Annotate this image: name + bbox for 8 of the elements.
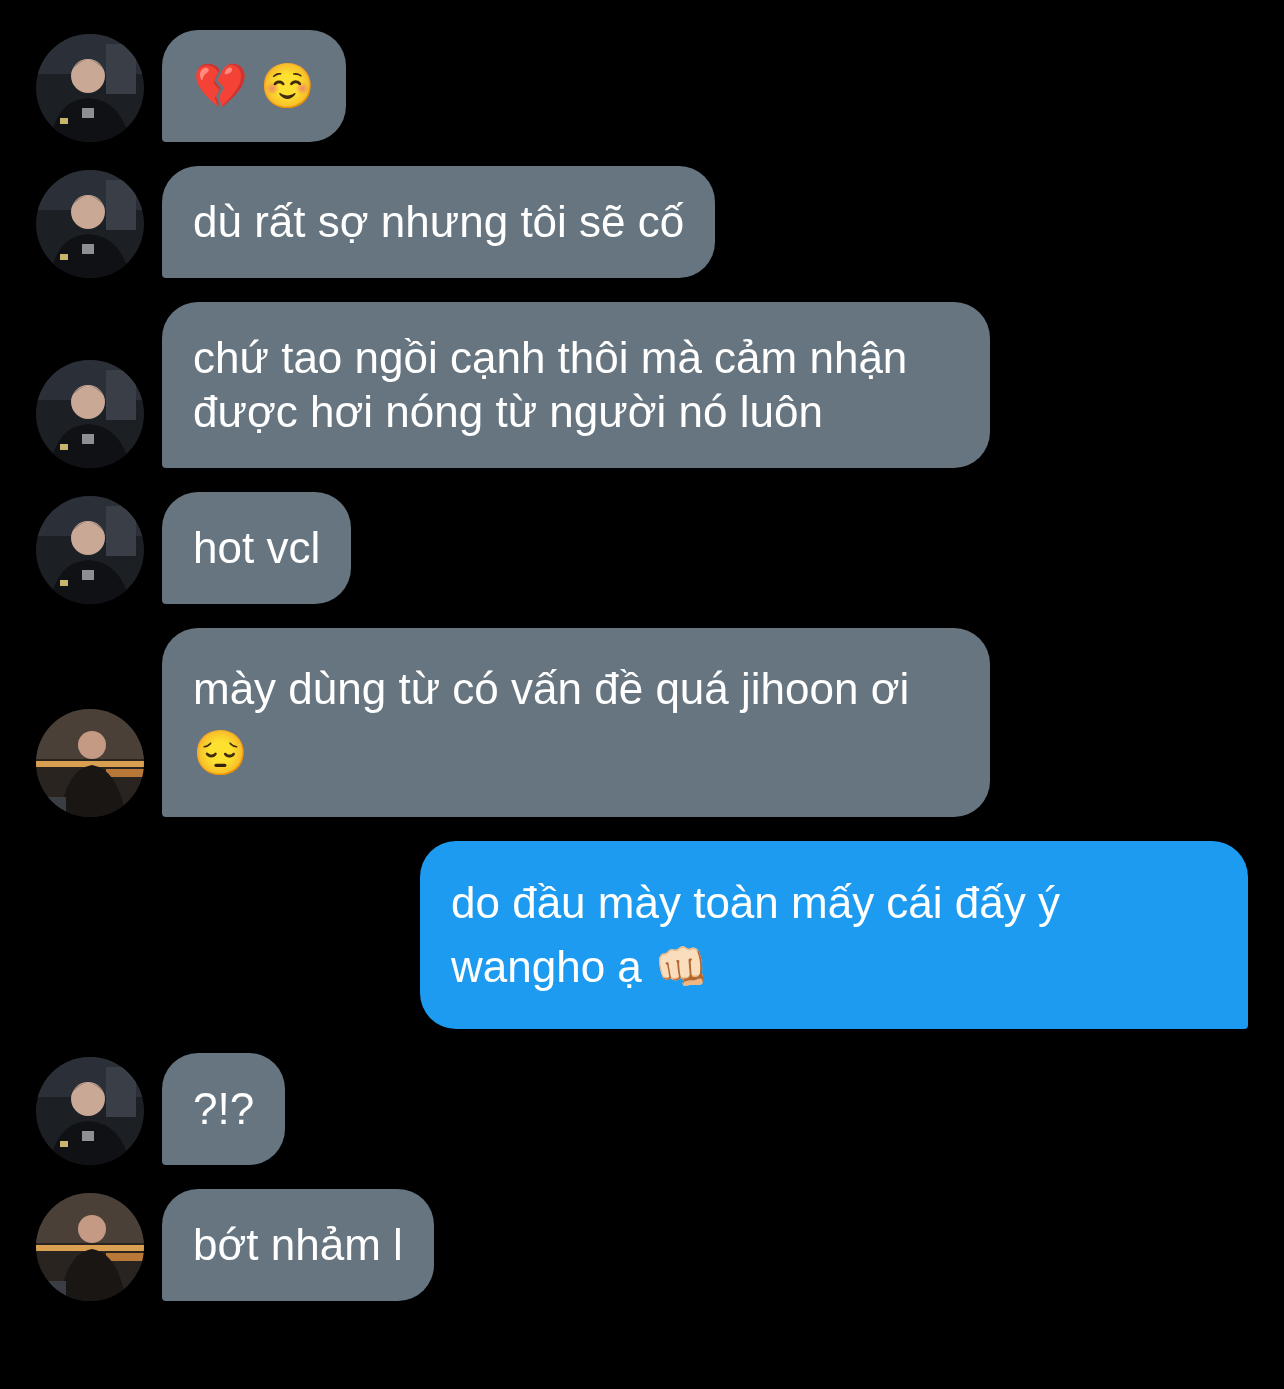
received-message: ?!? <box>162 1053 286 1165</box>
received-message: hot vcl <box>162 492 352 604</box>
received-message: bớt nhảm l <box>162 1189 434 1301</box>
sent-message: do đầu mày toàn mấy cái đấy ý wangho ạ 👊🏻 <box>420 841 1248 1029</box>
received-message: mày dùng từ có vấn đề quá jihoon ơi 😔 <box>162 628 990 817</box>
received-message: chứ tao ngồi cạnh thôi mà cảm nhận được hơi nóng từ người nó luôn <box>162 302 990 468</box>
received-message: 💔 ☺ <box>162 30 347 142</box>
received-message: dù rất sợ nhưng tôi sẽ cố <box>162 166 716 278</box>
